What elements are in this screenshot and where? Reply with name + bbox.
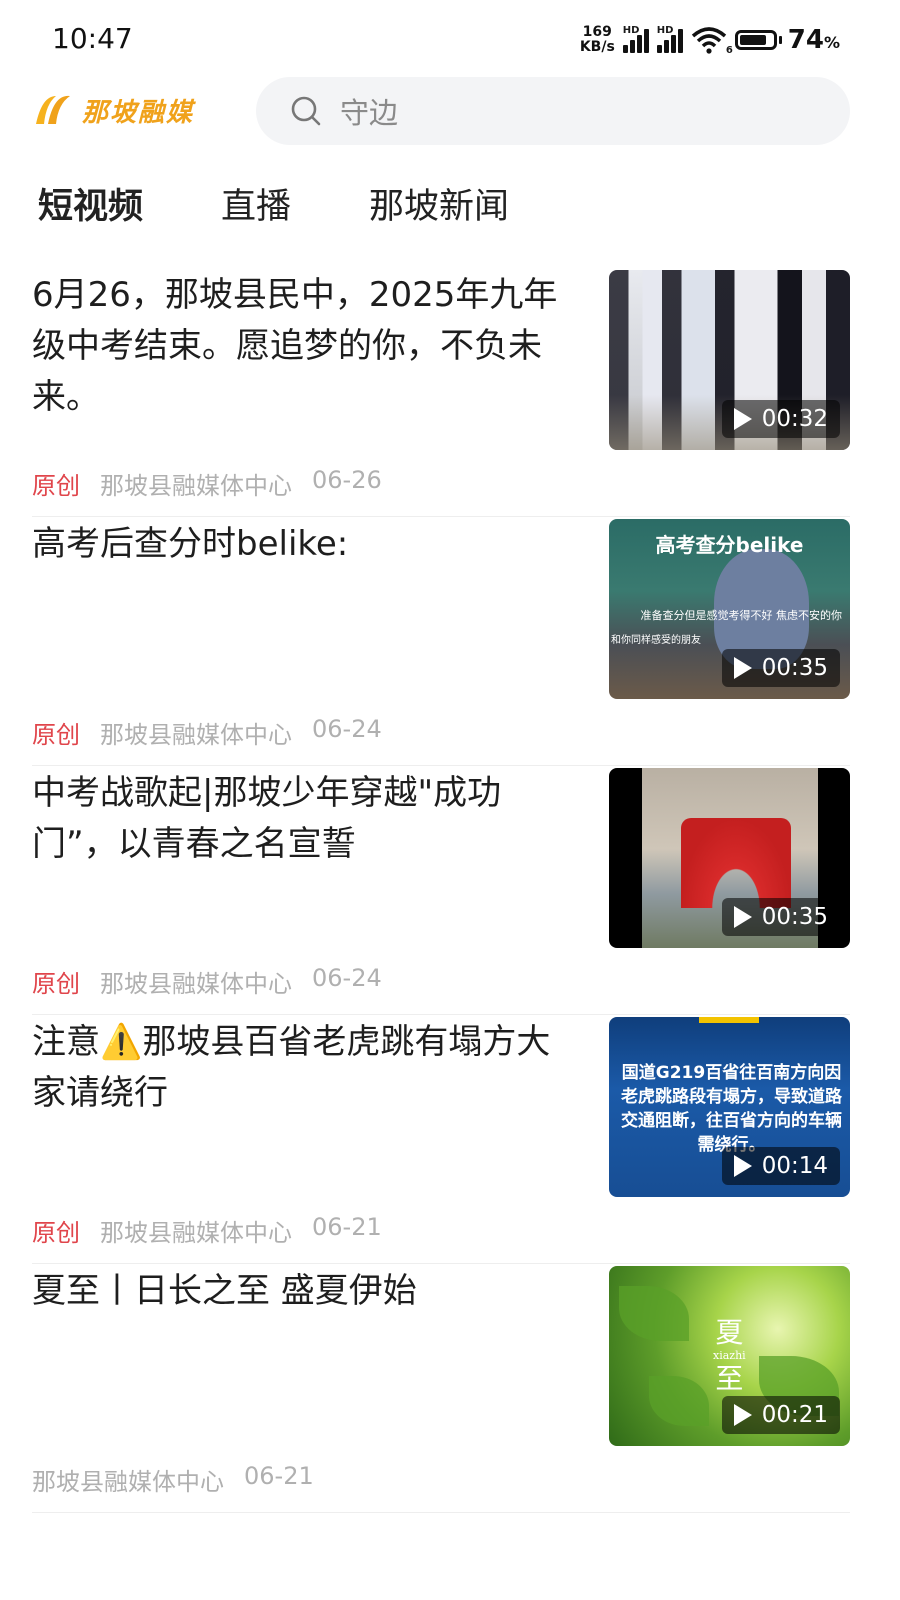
list-item[interactable]: 夏至丨日长之至 盛夏伊始 那坡县融媒体中心 06-21 夏 xiazhi 至 0…: [32, 1264, 850, 1513]
item-meta: 原创 那坡县融媒体中心 06-24: [32, 964, 382, 999]
item-title: 6月26，那坡县民中，2025年九年级中考结束。愿追梦的你，不负未来。: [32, 275, 558, 417]
original-tag: 原创: [32, 721, 80, 749]
play-icon: [733, 1155, 752, 1177]
item-title: 高考后查分时belike:: [32, 524, 349, 564]
network-speed-unit: KB/s: [579, 39, 615, 55]
wifi-label: 6: [725, 45, 733, 56]
item-meta: 那坡县融媒体中心 06-21: [32, 1462, 314, 1497]
duration-text: 00:35: [761, 655, 828, 681]
search-bar[interactable]: 守边: [256, 77, 850, 145]
item-title: 夏至丨日长之至 盛夏伊始: [32, 1271, 417, 1311]
logo-text: 那坡融媒: [82, 97, 195, 128]
duration-badge: 00:32: [721, 400, 840, 438]
item-date: 06-21: [312, 1213, 382, 1241]
signal-icon: HD: [622, 25, 649, 53]
item-source: 那坡县融媒体中心: [32, 1468, 224, 1496]
signal-hd-label-2: HD: [656, 25, 674, 36]
duration-badge: 00:35: [721, 898, 840, 936]
item-date: 06-24: [312, 964, 382, 992]
original-tag: 原创: [32, 970, 80, 998]
item-source: 那坡县融媒体中心: [100, 1219, 292, 1247]
duration-badge: 00:35: [721, 649, 840, 687]
search-icon: [291, 96, 321, 126]
tab-short-video[interactable]: 短视频: [38, 178, 143, 229]
original-tag: 原创: [32, 472, 80, 500]
battery-percent: 74%: [787, 25, 840, 55]
play-icon: [733, 408, 752, 430]
list-item[interactable]: 6月26，那坡县民中，2025年九年级中考结束。愿追梦的你，不负未来。 原创 那…: [32, 268, 850, 517]
list-item[interactable]: 注意⚠️那坡县百省老虎跳有塌方大家请绕行 原创 那坡县融媒体中心 06-21 国…: [32, 1015, 850, 1264]
network-speed: 169 KB/s: [580, 25, 615, 55]
list-item[interactable]: 高考后查分时belike: 原创 那坡县融媒体中心 06-24 高考查分beli…: [32, 517, 850, 766]
battery-icon: 74%: [734, 25, 840, 55]
item-title: 注意⚠️那坡县百省老虎跳有塌方大家请绕行: [32, 1022, 551, 1113]
status-icons: 169 KB/s HD HD 6 74%: [580, 20, 840, 60]
item-title: 中考战歌起|那坡少年穿越"成功门”，以青春之名宣誓: [32, 773, 502, 864]
thumbnail-subtitle: 准备查分但是感觉考得不好 焦虑不安的你: [640, 609, 843, 622]
search-placeholder: 守边: [340, 96, 399, 130]
video-thumbnail[interactable]: 夏 xiazhi 至 00:21: [609, 1266, 850, 1446]
item-source: 那坡县融媒体中心: [100, 970, 292, 998]
item-date: 06-24: [312, 715, 382, 743]
duration-badge: 00:14: [721, 1147, 840, 1185]
duration-badge: 00:21: [721, 1396, 840, 1434]
logo-mark-icon: [36, 95, 70, 124]
status-bar: 10:47 169 KB/s HD HD 6 74%: [0, 0, 900, 80]
tab-bar: 短视频 直播 那坡新闻: [38, 178, 587, 229]
play-icon: [733, 906, 752, 928]
item-meta: 原创 那坡县融媒体中心 06-21: [32, 1213, 382, 1248]
video-thumbnail[interactable]: 00:32: [609, 270, 850, 450]
duration-text: 00:35: [761, 904, 828, 930]
signal-icon-2: HD: [656, 25, 683, 53]
item-source: 那坡县融媒体中心: [100, 472, 292, 500]
status-time: 10:47: [52, 22, 133, 55]
video-feed: 6月26，那坡县民中，2025年九年级中考结束。愿追梦的你，不负未来。 原创 那…: [32, 268, 850, 1513]
thumbnail-caption: 高考查分belike: [655, 533, 804, 557]
tab-live[interactable]: 直播: [221, 178, 291, 229]
video-thumbnail[interactable]: 00:35: [609, 768, 850, 948]
signal-hd-label: HD: [622, 25, 640, 36]
play-icon: [733, 1404, 752, 1426]
play-icon: [733, 657, 752, 679]
red-arch-image: [681, 818, 791, 908]
item-date: 06-21: [244, 1462, 314, 1490]
original-tag: 原创: [32, 1219, 80, 1247]
thumbnail-subtitle-2: 和你同样感受的朋友: [611, 635, 701, 646]
duration-text: 00:14: [761, 1153, 828, 1179]
item-source: 那坡县融媒体中心: [100, 721, 292, 749]
summer-solstice-text: 夏 xiazhi 至: [713, 1316, 746, 1395]
item-date: 06-26: [312, 466, 382, 494]
video-thumbnail[interactable]: 高考查分belike 准备查分但是感觉考得不好 焦虑不安的你 和你同样感受的朋友…: [609, 519, 850, 699]
item-meta: 原创 那坡县融媒体中心 06-24: [32, 715, 382, 750]
thumbnail-notice-text: 国道G219百省往百南方向因老虎跳路段有塌方，导致道路交通阻断，往百省方向的车辆…: [621, 1063, 842, 1155]
list-item[interactable]: 中考战歌起|那坡少年穿越"成功门”，以青春之名宣誓 原创 那坡县融媒体中心 06…: [32, 766, 850, 1015]
tab-napo-news[interactable]: 那坡新闻: [369, 178, 509, 229]
item-meta: 原创 那坡县融媒体中心 06-26: [32, 466, 382, 501]
app-logo[interactable]: 那坡融媒: [32, 90, 194, 130]
network-speed-value: 169: [582, 24, 612, 40]
duration-text: 00:32: [761, 406, 828, 432]
wifi-icon: 6: [691, 26, 733, 56]
video-thumbnail[interactable]: 国道G219百省往百南方向因老虎跳路段有塌方，导致道路交通阻断，往百省方向的车辆…: [609, 1017, 850, 1197]
duration-text: 00:21: [761, 1402, 828, 1428]
